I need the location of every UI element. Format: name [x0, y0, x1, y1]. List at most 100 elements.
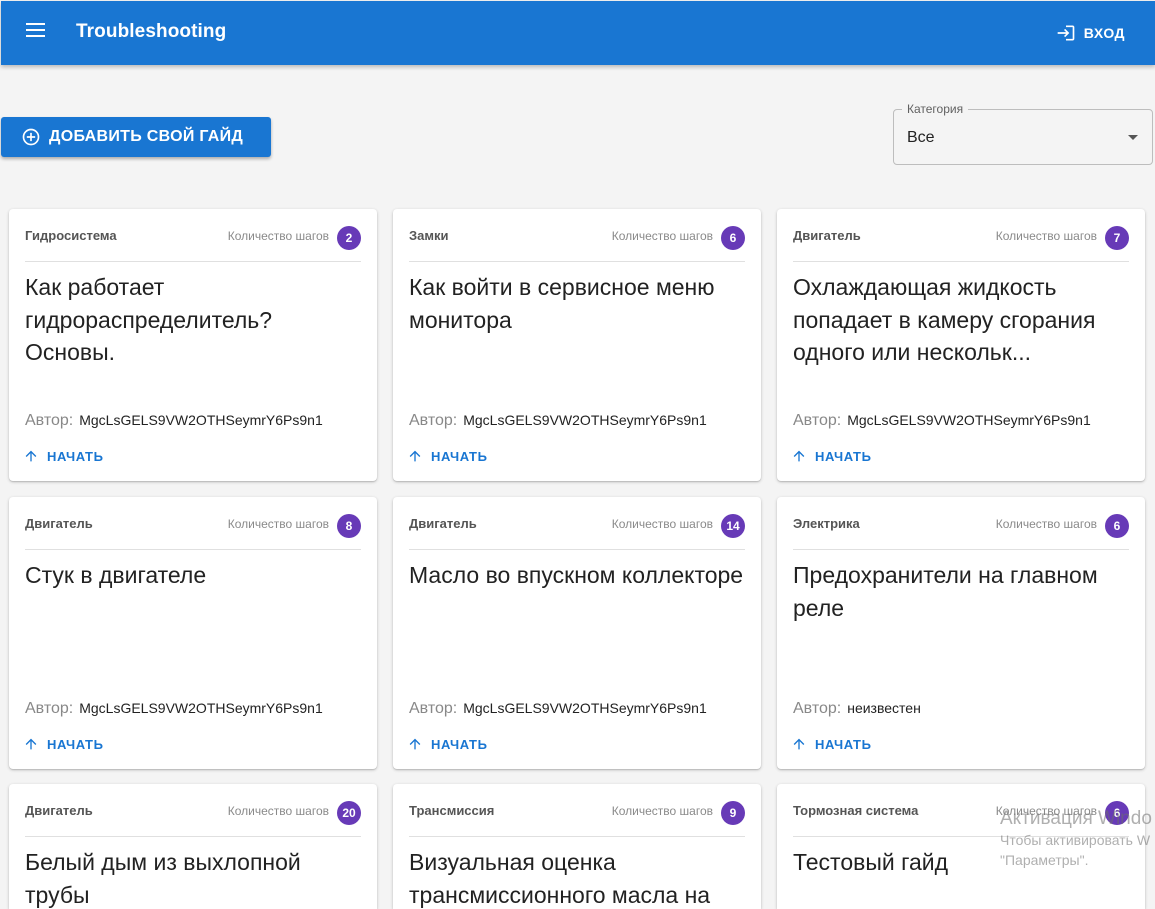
- card-category: Двигатель: [25, 803, 93, 818]
- card-header: Тормозная система Количество шагов 6: [793, 800, 1129, 837]
- arrow-up-icon: [25, 738, 37, 750]
- card-header: Двигатель Количество шагов 8: [25, 513, 361, 550]
- steps-label: Количество шагов: [995, 229, 1097, 243]
- steps-label: Количество шагов: [227, 517, 329, 531]
- login-button[interactable]: ВХОД: [1056, 21, 1125, 45]
- start-button[interactable]: НАЧАТЬ: [23, 736, 104, 752]
- category-value: Все: [907, 129, 935, 146]
- card-header: Замки Количество шагов 6: [409, 225, 745, 262]
- guide-card: Электрика Количество шагов 6 Предохранит…: [777, 497, 1145, 769]
- start-button[interactable]: НАЧАТЬ: [407, 448, 488, 464]
- add-guide-button[interactable]: ДОБАВИТЬ СВОЙ ГАЙД: [1, 117, 271, 157]
- guide-card: Гидросистема Количество шагов 2 Как рабо…: [9, 209, 377, 481]
- steps-count-badge: 6: [1105, 514, 1129, 538]
- card-category: Тормозная система: [793, 803, 919, 818]
- card-title: Охлаждающая жидкость попадает в камеру с…: [793, 274, 1096, 365]
- card-header: Двигатель Количество шагов 20: [25, 800, 361, 837]
- card-author: Автор: MgcLsGELS9VW2OTHSeymrY6Ps9n1: [409, 412, 707, 430]
- card-author: Автор: MgcLsGELS9VW2OTHSeymrY6Ps9n1: [409, 700, 707, 718]
- card-title: Как войти в сервисное меню монитора: [409, 274, 715, 333]
- card-title: Стук в двигателе: [25, 562, 207, 588]
- guide-card: Двигатель Количество шагов 8 Стук в двиг…: [9, 497, 377, 769]
- steps-count-badge: 2: [337, 226, 361, 250]
- start-label: НАЧАТЬ: [431, 736, 488, 752]
- dropdown-arrow-icon: [1128, 135, 1138, 140]
- steps-label: Количество шагов: [611, 229, 713, 243]
- start-button[interactable]: НАЧАТЬ: [791, 736, 872, 752]
- author-label: Автор:: [409, 412, 458, 429]
- app-bar: Troubleshooting ВХОД: [1, 1, 1155, 65]
- start-label: НАЧАТЬ: [431, 448, 488, 464]
- card-category: Гидросистема: [25, 228, 117, 243]
- author-name: MgcLsGELS9VW2OTHSeymrY6Ps9n1: [463, 412, 707, 428]
- guide-card: Трансмиссия Количество шагов 9 Визуальна…: [393, 784, 761, 909]
- card-title: Как работает гидрораспределитель? Основы…: [25, 274, 273, 365]
- guide-card: Двигатель Количество шагов 20 Белый дым …: [9, 784, 377, 909]
- category-label: Категория: [902, 102, 969, 116]
- steps-label: Количество шагов: [995, 517, 1097, 531]
- card-header: Трансмиссия Количество шагов 9: [409, 800, 745, 837]
- steps-count-badge: 9: [721, 801, 745, 825]
- add-guide-label: ДОБАВИТЬ СВОЙ ГАЙД: [49, 128, 244, 145]
- card-author: Автор: MgcLsGELS9VW2OTHSeymrY6Ps9n1: [793, 412, 1091, 430]
- category-select[interactable]: Категория Все: [893, 102, 1153, 165]
- steps-count-badge: 14: [721, 514, 745, 538]
- arrow-up-icon: [409, 450, 421, 462]
- hamburger-menu-icon[interactable]: [26, 23, 48, 43]
- arrow-up-icon: [793, 738, 805, 750]
- steps-label: Количество шагов: [611, 517, 713, 531]
- card-title: Предохранители на главном реле: [793, 562, 1098, 621]
- guide-card: Двигатель Количество шагов 7 Охлаждающая…: [777, 209, 1145, 481]
- card-header: Двигатель Количество шагов 7: [793, 225, 1129, 262]
- guide-card: Двигатель Количество шагов 14 Масло во в…: [393, 497, 761, 769]
- author-name: MgcLsGELS9VW2OTHSeymrY6Ps9n1: [79, 700, 323, 716]
- card-category: Двигатель: [25, 516, 93, 531]
- steps-count-badge: 20: [337, 801, 361, 825]
- card-category: Замки: [409, 228, 449, 243]
- add-circle-icon: [22, 128, 40, 146]
- card-author: Автор: MgcLsGELS9VW2OTHSeymrY6Ps9n1: [25, 700, 323, 718]
- card-author: Автор: неизвестен: [793, 700, 921, 718]
- author-label: Автор:: [793, 700, 842, 717]
- card-title: Визуальная оценка трансмиссионного масла…: [409, 849, 711, 908]
- app-title: Troubleshooting: [76, 21, 227, 42]
- card-title: Белый дым из выхлопной трубы: [25, 849, 301, 908]
- guide-card: Замки Количество шагов 6 Как войти в сер…: [393, 209, 761, 481]
- start-button[interactable]: НАЧАТЬ: [407, 736, 488, 752]
- guide-card: Тормозная система Количество шагов 6 Тес…: [777, 784, 1145, 909]
- steps-count-badge: 6: [1105, 801, 1129, 825]
- start-button[interactable]: НАЧАТЬ: [791, 448, 872, 464]
- author-label: Автор:: [793, 412, 842, 429]
- steps-label: Количество шагов: [227, 804, 329, 818]
- card-category: Трансмиссия: [409, 803, 495, 818]
- start-button[interactable]: НАЧАТЬ: [23, 448, 104, 464]
- card-header: Гидросистема Количество шагов 2: [25, 225, 361, 262]
- login-icon: [1057, 25, 1075, 41]
- card-header: Электрика Количество шагов 6: [793, 513, 1129, 550]
- steps-count-badge: 7: [1105, 226, 1129, 250]
- card-title: Масло во впускном коллекторе: [409, 562, 744, 588]
- start-label: НАЧАТЬ: [815, 736, 872, 752]
- card-title: Тестовый гайд: [793, 849, 949, 875]
- start-label: НАЧАТЬ: [47, 736, 104, 752]
- author-label: Автор:: [409, 700, 458, 717]
- card-header: Двигатель Количество шагов 14: [409, 513, 745, 550]
- login-label: ВХОД: [1083, 25, 1125, 41]
- steps-label: Количество шагов: [227, 229, 329, 243]
- card-category: Двигатель: [409, 516, 477, 531]
- start-label: НАЧАТЬ: [815, 448, 872, 464]
- arrow-up-icon: [793, 450, 805, 462]
- card-author: Автор: MgcLsGELS9VW2OTHSeymrY6Ps9n1: [25, 412, 323, 430]
- author-label: Автор:: [25, 412, 74, 429]
- arrow-up-icon: [409, 738, 421, 750]
- author-name: MgcLsGELS9VW2OTHSeymrY6Ps9n1: [463, 700, 707, 716]
- arrow-up-icon: [25, 450, 37, 462]
- steps-label: Количество шагов: [995, 804, 1097, 818]
- steps-count-badge: 8: [337, 514, 361, 538]
- author-label: Автор:: [25, 700, 74, 717]
- author-name: MgcLsGELS9VW2OTHSeymrY6Ps9n1: [79, 412, 323, 428]
- card-category: Двигатель: [793, 228, 861, 243]
- steps-label: Количество шагов: [611, 804, 713, 818]
- author-name: неизвестен: [847, 700, 921, 716]
- steps-count-badge: 6: [721, 226, 745, 250]
